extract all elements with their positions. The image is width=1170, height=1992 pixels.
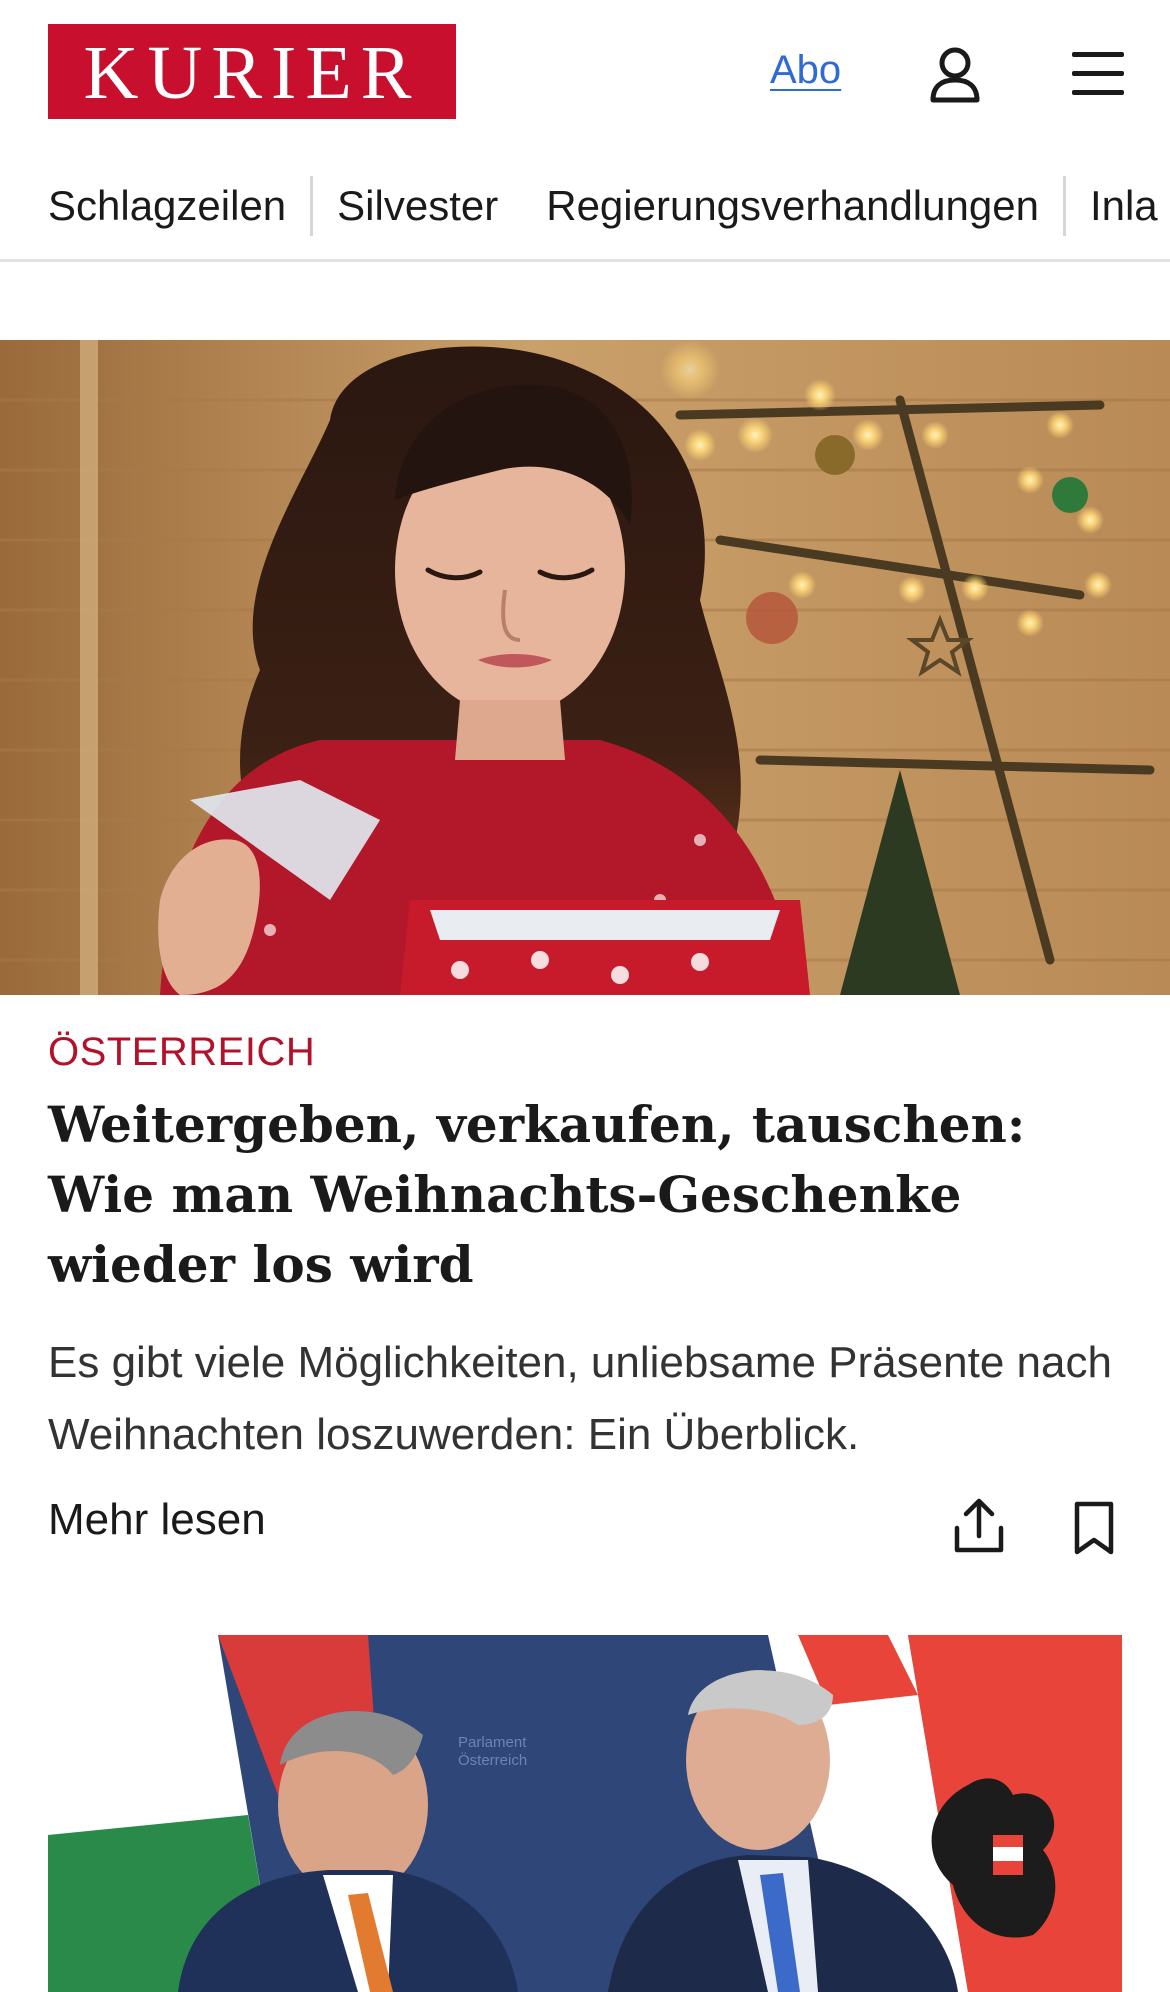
- kurier-logo[interactable]: KURIER: [48, 24, 456, 119]
- hamburger-menu-icon[interactable]: [1068, 44, 1128, 104]
- nav-item-schlagzeilen[interactable]: Schlagzeilen: [48, 182, 286, 230]
- article-headline[interactable]: Weitergeben, verkaufen, tauschen: Wie ma…: [48, 1090, 1108, 1300]
- article-hero-image[interactable]: [0, 340, 1170, 995]
- parlament-backdrop-text: Österreich: [458, 1751, 527, 1769]
- section-nav-track: Schlagzeilen Silvester Regierungsverhand…: [48, 162, 1158, 250]
- bookmark-icon[interactable]: [1072, 1500, 1116, 1556]
- nav-item-silvester[interactable]: Silvester: [337, 182, 498, 230]
- parlament-backdrop-text: Parlament: [458, 1734, 527, 1751]
- section-nav: Schlagzeilen Silvester Regierungsverhand…: [0, 162, 1170, 262]
- article-teaser[interactable]: Es gibt viele Möglichkeiten, unliebsame …: [48, 1327, 1118, 1471]
- abo-link[interactable]: Abo: [770, 48, 841, 93]
- nav-divider: [310, 176, 314, 236]
- site-header: KURIER Abo: [0, 0, 1170, 145]
- share-icon[interactable]: [952, 1496, 1006, 1556]
- nav-item-inland[interactable]: Inla: [1090, 182, 1158, 230]
- user-icon[interactable]: [925, 44, 985, 104]
- second-article-image[interactable]: Parlament Österreich: [48, 1635, 1122, 1992]
- nav-divider: [1062, 176, 1066, 236]
- nav-item-regierungsverhandlungen[interactable]: Regierungsverhandlungen: [546, 182, 1039, 230]
- read-more-link[interactable]: Mehr lesen: [48, 1495, 266, 1545]
- article-category[interactable]: ÖSTERREICH: [48, 1030, 315, 1075]
